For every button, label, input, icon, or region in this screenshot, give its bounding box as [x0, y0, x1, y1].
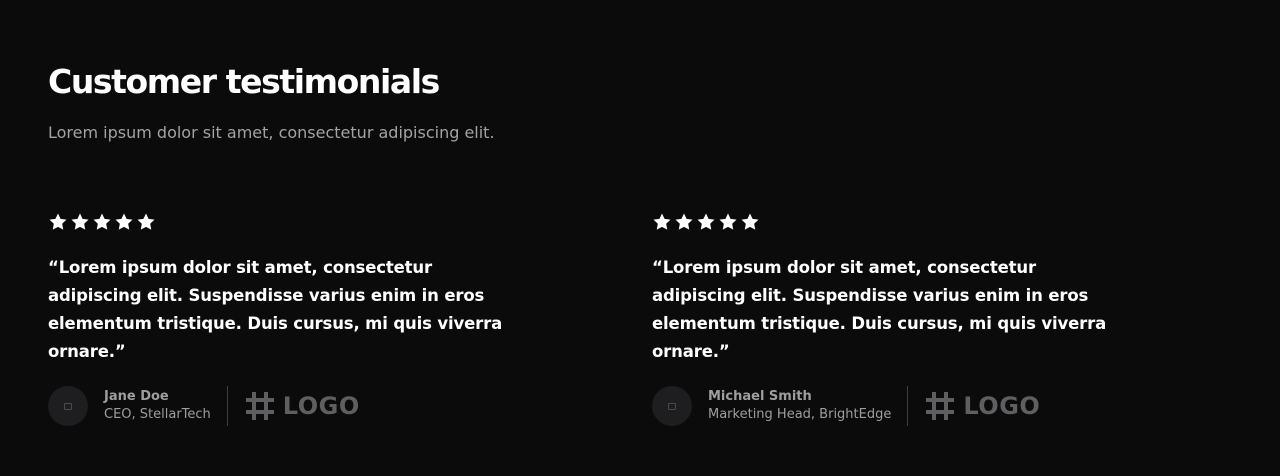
author-block: Jane Doe CEO, StellarTech LOGO: [48, 386, 568, 426]
hash-icon: [245, 392, 274, 420]
author-name: Michael Smith: [708, 389, 812, 404]
star-icon: [697, 213, 715, 230]
star-icon: [675, 213, 693, 230]
logo-text: LOGO: [963, 392, 1041, 420]
star-icon: [115, 213, 133, 230]
star-rating: [652, 211, 1172, 233]
star-icon: [71, 213, 89, 230]
logo-text: LOGO: [282, 392, 360, 420]
author-role: Marketing Head, BrightEdge: [708, 407, 892, 422]
author-info: Jane Doe CEO, StellarTech: [104, 388, 211, 424]
author-role: CEO, StellarTech: [104, 407, 211, 422]
star-icon: [653, 213, 671, 230]
testimonial-quote: “Lorem ipsum dolor sit amet, consectetur…: [652, 258, 1107, 361]
star-icon: [137, 213, 155, 230]
company-logo: LOGO: [924, 389, 1040, 423]
section-subtitle: Lorem ipsum dolor sit amet, consectetur …: [48, 123, 495, 142]
avatar: [652, 386, 692, 426]
hash-icon: [926, 392, 955, 420]
testimonial-card: “Lorem ipsum dolor sit amet, consectetur…: [652, 211, 1172, 426]
avatar: [48, 386, 88, 426]
divider: [226, 386, 228, 426]
testimonial-quote: “Lorem ipsum dolor sit amet, consectetur…: [48, 258, 503, 361]
image-placeholder-icon: [668, 402, 676, 410]
testimonials-section: Customer testimonials Lorem ipsum dolor …: [0, 0, 1280, 476]
star-icon: [741, 213, 759, 230]
author-name: Jane Doe: [104, 389, 169, 404]
section-title: Customer testimonials: [48, 62, 440, 101]
image-placeholder-icon: [64, 402, 72, 410]
star-icon: [49, 213, 67, 230]
author-block: Michael Smith Marketing Head, BrightEdge…: [652, 386, 1172, 426]
testimonial-card: “Lorem ipsum dolor sit amet, consectetur…: [48, 211, 568, 426]
star-icon: [719, 213, 737, 230]
divider: [907, 386, 909, 426]
author-info: Michael Smith Marketing Head, BrightEdge: [708, 388, 891, 424]
company-logo: LOGO: [244, 389, 360, 423]
star-rating: [48, 211, 568, 233]
star-icon: [93, 213, 111, 230]
